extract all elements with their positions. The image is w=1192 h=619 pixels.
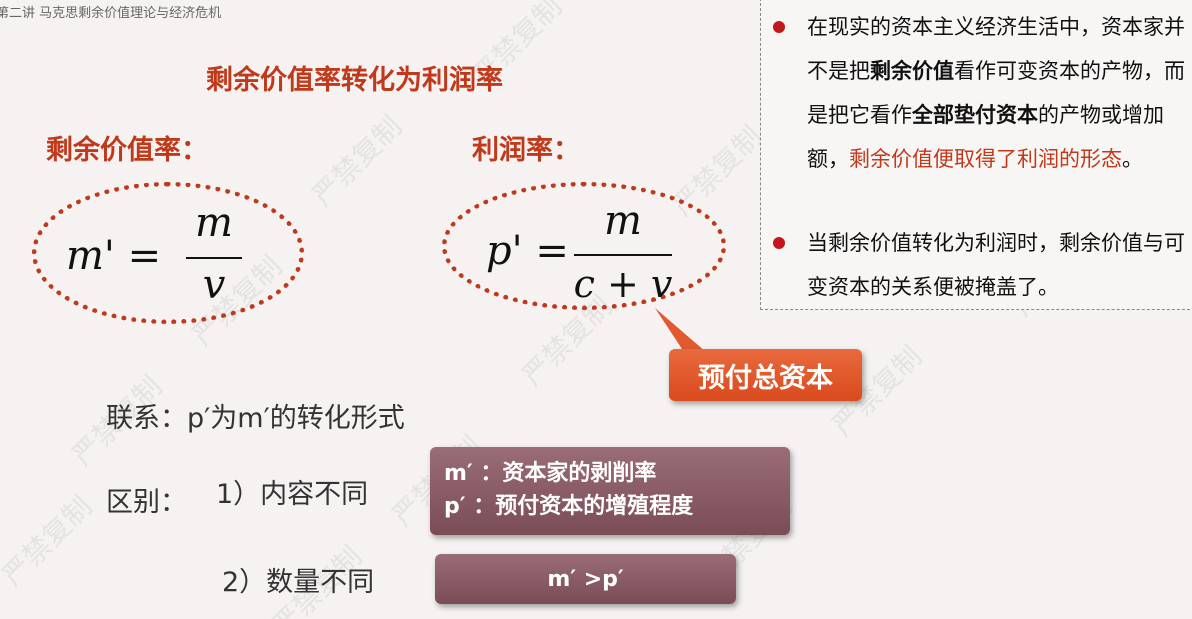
watermark: 严禁复制 [0, 489, 99, 593]
difference-2-quantity: 2）数量不同 [222, 567, 375, 598]
difference-1-content: 1）内容不同 [216, 479, 369, 510]
difference-label: 区别： [106, 487, 187, 518]
box-line-m-prime: m′ ：资本家的剥削率 [444, 461, 657, 486]
box-line-p-prime: p′ ：预付资本的增殖程度 [444, 494, 694, 519]
bullet-dot-icon [773, 237, 785, 249]
note-bullet-2: 当剩余价值转化为利润时，剩余价值与可变资本的关系便被掩盖了。 [807, 231, 1185, 299]
relation-text: 联系：p′为m′的转化形式 [106, 403, 405, 434]
quantity-difference-box: m′ >p′ [435, 554, 736, 604]
content-difference-box: m′ ：资本家的剥削率 p′ ：预付资本的增殖程度 [430, 447, 790, 535]
note-bullet-1: 在现实的资本主义经济生活中，资本家并不是把剩余价值看作可变资本的产物，而是把它看… [807, 5, 1192, 181]
bullet-dot-icon [773, 21, 785, 33]
callout-pointer [655, 308, 706, 352]
note-1-red-highlight: 剩余价值便取得了利润的形态 [849, 147, 1122, 171]
callout-advance-total-capital: 预付总资本 [669, 349, 862, 401]
note-1-bold-surplus: 剩余价值 [870, 59, 954, 83]
notes-box: 在现实的资本主义经济生活中，资本家并不是把剩余价值看作可变资本的产物，而是把它看… [760, 0, 1192, 310]
note-1-bold-capital: 全部垫付资本 [912, 103, 1038, 127]
note-1-text-d: 。 [1122, 147, 1143, 171]
